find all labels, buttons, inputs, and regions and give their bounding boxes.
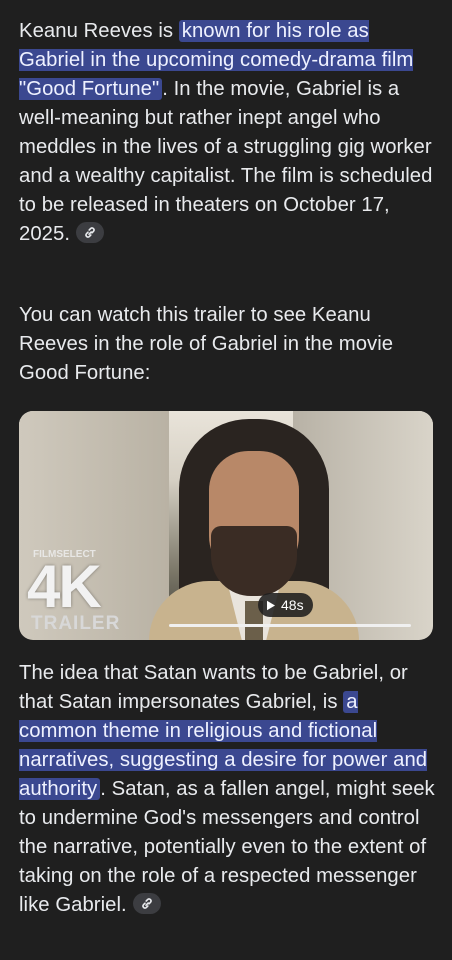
trailer-label: TRAILER <box>31 613 121 634</box>
video-thumbnail[interactable]: FILMSELECT 4K TRAILER 48s <box>19 411 433 640</box>
play-icon <box>267 600 275 610</box>
link-icon <box>85 227 95 238</box>
paragraph-satan-gabriel: The idea that Satan wants to be Gabriel,… <box>19 659 437 920</box>
video-progress-bar <box>169 624 411 627</box>
paragraph-text: Keanu Reeves is <box>19 20 179 42</box>
duration-badge[interactable]: 48s <box>258 593 313 617</box>
paragraph-text: You can watch this trailer to see Keanu … <box>19 304 394 384</box>
quality-logo: 4K <box>27 553 102 620</box>
source-link-button[interactable] <box>132 893 161 915</box>
paragraph-keanu-role: Keanu Reeves is known for his role as Ga… <box>19 17 437 249</box>
paragraph-trailer-intro: You can watch this trailer to see Keanu … <box>19 301 437 388</box>
duration-text: 48s <box>281 597 304 613</box>
source-link-button[interactable] <box>76 222 105 244</box>
answer-content: Keanu Reeves is known for his role as Ga… <box>0 0 452 960</box>
paragraph-text: . In the movie, Gabriel is a well-meanin… <box>19 78 433 245</box>
link-icon <box>141 898 152 909</box>
